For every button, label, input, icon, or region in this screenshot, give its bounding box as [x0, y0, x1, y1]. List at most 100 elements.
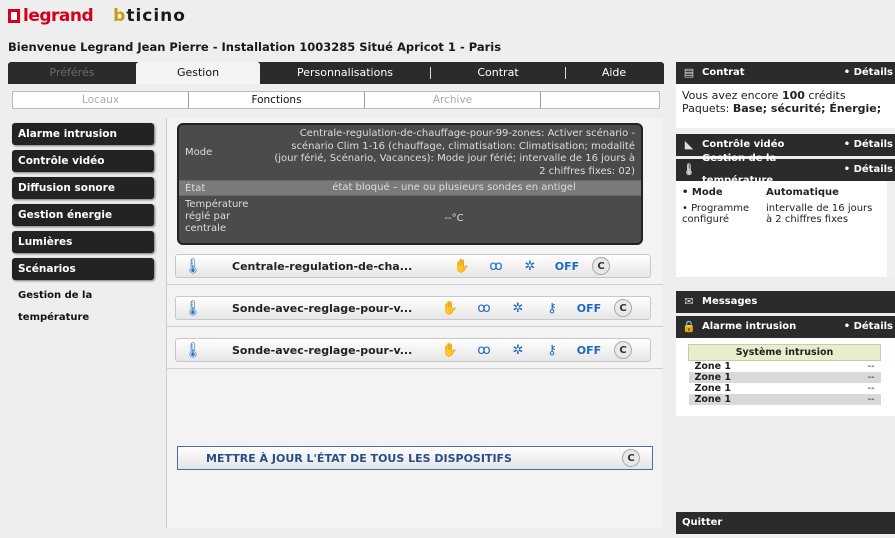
- video-details-link[interactable]: • Détails: [844, 134, 893, 156]
- tab-gestion[interactable]: Gestion: [136, 62, 260, 84]
- thermometer-icon: 🌡: [183, 257, 203, 275]
- antifreeze-icon[interactable]: ✲: [506, 341, 530, 359]
- quit-button[interactable]: Quitter: [676, 512, 895, 534]
- quit-label: Quitter: [682, 517, 723, 528]
- row-divider: [167, 326, 663, 327]
- alarm-header[interactable]: 🔒 Alarme intrusion • Détails: [676, 316, 895, 338]
- device-actions: ✋ ꝏ ✲ ⚷ OFF C: [438, 341, 632, 359]
- programme-value: intervalle de 16 jours à 2 chiffres fixe…: [766, 203, 873, 225]
- table-row: Zone 1 --: [694, 361, 875, 372]
- bticino-logo: bticino: [113, 6, 186, 26]
- temperature-body: • Mode • Programme configuré Automatique…: [676, 181, 895, 277]
- status-temp-row: Température réglé par centrale --°C: [179, 196, 641, 243]
- table-row: Zone 1 --: [694, 383, 875, 394]
- temperature-values: Automatique intervalle de 16 jours à 2 c…: [766, 187, 881, 271]
- sidebar-item-controle-video[interactable]: Contrôle vidéo: [12, 150, 154, 172]
- sidebar-item-scenarios[interactable]: Scénarios: [12, 258, 154, 280]
- envelope-icon: ✉: [684, 295, 694, 308]
- sidebar-item-alarme-intrusion[interactable]: Alarme intrusion: [12, 123, 154, 145]
- device-row[interactable]: 🌡 Centrale-regulation-de-cha... ✋ ꝏ ✲ OF…: [175, 254, 651, 278]
- device-name: Sonde-avec-reglage-pour-v...: [232, 301, 413, 315]
- status-etat-label: État: [185, 183, 206, 194]
- alarm-table-header: Système intrusion: [688, 344, 881, 361]
- status-panel: Mode Centrale-regulation-de-chauffage-po…: [177, 123, 643, 245]
- contract-icon: ▤: [683, 66, 695, 79]
- refresh-icon[interactable]: C: [614, 299, 632, 317]
- programme-label: • Programme configuré: [682, 203, 750, 225]
- sidebar-item-lumieres[interactable]: Lumières: [12, 231, 154, 253]
- messages-title: Messages: [702, 296, 758, 307]
- logo-bar: legrand bticino: [8, 4, 186, 28]
- main-panel: Mode Centrale-regulation-de-chauffage-po…: [166, 118, 663, 528]
- packages-line: Paquets: Base; sécurité; Énergie;: [682, 102, 882, 115]
- subtab-fonctions[interactable]: Fonctions: [189, 92, 365, 108]
- right-column: ▤ Contrat • Détails Vous avez encore 100…: [676, 62, 895, 416]
- temperature-labels: • Mode • Programme configuré: [682, 187, 766, 271]
- status-etat-value: état bloqué – une ou plusieurs sondes en…: [332, 182, 576, 193]
- temperature-details-link[interactable]: • Détails: [844, 159, 893, 181]
- sidebar-item-gestion-temperature[interactable]: Gestion de la température: [12, 285, 154, 323]
- messages-header[interactable]: ✉ Messages: [676, 291, 895, 313]
- legrand-logo: legrand: [8, 6, 94, 26]
- device-actions: ✋ ꝏ ✲ OFF C: [450, 257, 610, 275]
- refresh-icon[interactable]: C: [614, 341, 632, 359]
- status-temp-label: Température réglé par centrale: [185, 199, 249, 234]
- scenario-icon[interactable]: ꝏ: [472, 341, 496, 359]
- device-name: Sonde-avec-reglage-pour-v...: [232, 343, 413, 357]
- update-all-label: METTRE À JOUR L'ÉTAT DE TOUS LES DISPOSI…: [206, 451, 512, 465]
- table-row: Zone 1 --: [688, 372, 881, 383]
- alarm-title: Alarme intrusion: [702, 321, 797, 332]
- alarm-table: Système intrusion Zone 1 -- Zone 1 -- Zone…: [688, 344, 881, 405]
- off-button[interactable]: OFF: [574, 341, 604, 359]
- row-divider: [167, 284, 663, 285]
- sidebar-item-gestion-energie[interactable]: Gestion énergie: [12, 204, 154, 226]
- thermometer-icon: 🌡: [682, 163, 696, 176]
- device-actions: ✋ ꝏ ✲ ⚷ OFF C: [438, 299, 632, 317]
- contrat-details-link[interactable]: • Détails: [844, 62, 893, 84]
- mode-label: • Mode: [682, 187, 723, 198]
- key-icon[interactable]: ⚷: [540, 299, 564, 317]
- status-mode-value: Centrale-regulation-de-chauffage-pour-99…: [274, 128, 635, 177]
- subtab-locaux[interactable]: Locaux: [13, 92, 189, 108]
- subtab-archive[interactable]: Archive: [365, 92, 541, 108]
- alarm-body: Système intrusion Zone 1 -- Zone 1 -- Zone…: [676, 338, 895, 416]
- status-mode-row: Mode Centrale-regulation-de-chauffage-po…: [179, 125, 641, 181]
- antifreeze-icon[interactable]: ✲: [518, 257, 542, 275]
- mode-value: Automatique: [766, 187, 839, 198]
- update-all-devices-button[interactable]: METTRE À JOUR L'ÉTAT DE TOUS LES DISPOSI…: [177, 446, 653, 470]
- manual-hand-icon[interactable]: ✋: [450, 257, 474, 275]
- temperature-title: Gestion de la température: [702, 153, 777, 186]
- scenario-icon[interactable]: ꝏ: [472, 299, 496, 317]
- tab-preferes[interactable]: Préférés: [8, 62, 136, 84]
- tab-aide[interactable]: Aide: [566, 62, 662, 84]
- contrat-header[interactable]: ▤ Contrat • Détails: [676, 62, 895, 84]
- status-mode-label: Mode: [185, 147, 213, 158]
- tab-contrat[interactable]: Contrat: [431, 62, 565, 84]
- device-row[interactable]: 🌡 Sonde-avec-reglage-pour-v... ✋ ꝏ ✲ ⚷ O…: [175, 338, 651, 362]
- off-button[interactable]: OFF: [574, 299, 604, 317]
- sidebar: Alarme intrusion Contrôle vidéo Diffusio…: [12, 123, 154, 323]
- key-icon[interactable]: ⚷: [540, 341, 564, 359]
- device-name: Centrale-regulation-de-cha...: [232, 259, 413, 273]
- device-row[interactable]: 🌡 Sonde-avec-reglage-pour-v... ✋ ꝏ ✲ ⚷ O…: [175, 296, 651, 320]
- refresh-icon: C: [622, 449, 640, 467]
- lock-icon: 🔒: [682, 320, 696, 333]
- manual-hand-icon[interactable]: ✋: [438, 299, 462, 317]
- tab-personnalisations[interactable]: Personnalisations: [260, 62, 430, 84]
- scenario-icon[interactable]: ꝏ: [484, 257, 508, 275]
- credits-line: Vous avez encore 100 crédits: [682, 89, 846, 102]
- alarm-details-link[interactable]: • Détails: [844, 316, 893, 338]
- off-button[interactable]: OFF: [552, 257, 582, 275]
- manual-hand-icon[interactable]: ✋: [438, 341, 462, 359]
- antifreeze-icon[interactable]: ✲: [506, 299, 530, 317]
- refresh-icon[interactable]: C: [592, 257, 610, 275]
- thermometer-icon: 🌡: [183, 341, 203, 359]
- status-etat-row: État état bloqué – une ou plusieurs sond…: [179, 181, 641, 196]
- top-navigation: Préférés Gestion Personnalisations Contr…: [8, 62, 664, 84]
- thermometer-icon: 🌡: [183, 299, 203, 317]
- contrat-body: Vous avez encore 100 crédits Paquets: Ba…: [676, 84, 895, 128]
- temperature-header[interactable]: 🌡 Gestion de la température • Détails: [676, 153, 895, 186]
- sidebar-item-diffusion-sonore[interactable]: Diffusion sonore: [12, 177, 154, 199]
- camera-icon: ◣: [684, 138, 694, 151]
- contrat-title: Contrat: [702, 67, 745, 78]
